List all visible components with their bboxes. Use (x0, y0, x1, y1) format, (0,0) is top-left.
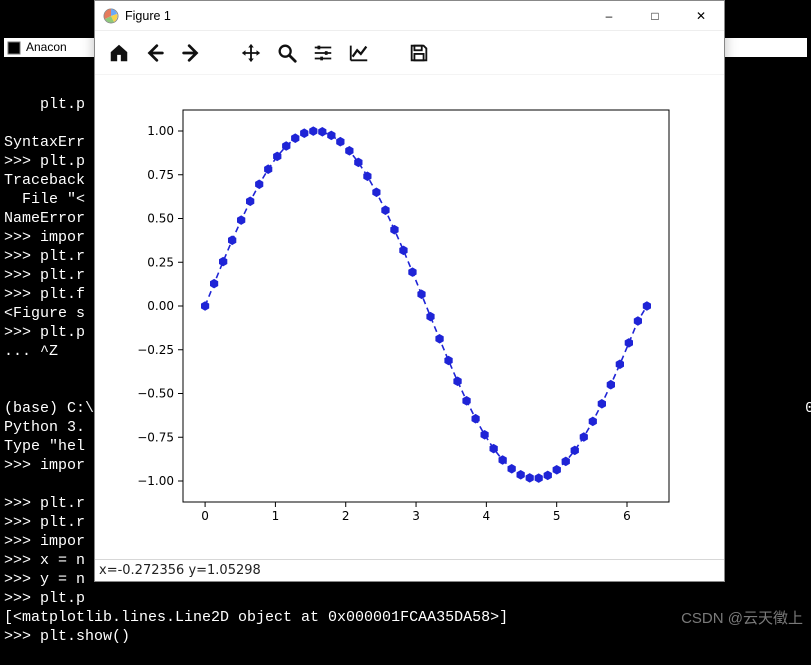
svg-text:1.00: 1.00 (147, 124, 174, 138)
svg-text:1: 1 (272, 509, 280, 523)
watermark-text: CSDN @云天徵上 (681, 607, 803, 628)
terminal-app-icon (7, 41, 21, 55)
matplotlib-icon (103, 8, 119, 24)
figure-toolbar (95, 31, 724, 75)
cursor-coords: x=-0.272356 y=1.05298 (99, 563, 261, 578)
svg-text:6: 6 (623, 509, 631, 523)
svg-text:2: 2 (342, 509, 350, 523)
svg-text:0.00: 0.00 (147, 299, 174, 313)
sliders-icon (312, 42, 334, 64)
back-button[interactable] (137, 35, 173, 71)
plot-area[interactable]: 0 1 2 3 4 5 6 −1.00 −0.75 −0.50 −0.25 0.00 0.25 0.50 0… (95, 75, 724, 559)
forward-button[interactable] (173, 35, 209, 71)
svg-text:3: 3 (412, 509, 420, 523)
save-icon (408, 42, 430, 64)
svg-text:0: 0 (201, 509, 209, 523)
home-button[interactable] (101, 35, 137, 71)
svg-text:−0.25: −0.25 (137, 343, 174, 357)
home-icon (108, 42, 130, 64)
svg-text:−1.00: −1.00 (137, 474, 174, 488)
svg-text:0.75: 0.75 (147, 168, 174, 182)
axes-edit-button[interactable] (341, 35, 377, 71)
zoom-button[interactable] (269, 35, 305, 71)
svg-text:5: 5 (553, 509, 561, 523)
close-button[interactable]: ✕ (678, 1, 724, 31)
plot-canvas: 0 1 2 3 4 5 6 −1.00 −0.75 −0.50 −0.25 0.00 0.25 0.50 0… (95, 75, 724, 561)
figure-window: Figure 1 – □ ✕ (94, 0, 725, 582)
svg-text:0.50: 0.50 (147, 212, 174, 226)
figure-titlebar: Figure 1 – □ ✕ (95, 1, 724, 31)
pan-icon (240, 42, 262, 64)
svg-text:0.25: 0.25 (147, 255, 174, 269)
svg-text:−0.50: −0.50 (137, 387, 174, 401)
minimize-button[interactable]: – (586, 1, 632, 31)
subplots-button[interactable] (305, 35, 341, 71)
arrow-left-icon (144, 42, 166, 64)
status-bar: x=-0.272356 y=1.05298 (95, 559, 724, 581)
pan-button[interactable] (233, 35, 269, 71)
svg-text:−0.75: −0.75 (137, 430, 174, 444)
line-chart-icon (348, 42, 370, 64)
terminal-title: Anacon (26, 38, 67, 57)
save-button[interactable] (401, 35, 437, 71)
figure-title: Figure 1 (125, 9, 586, 23)
zoom-icon (276, 42, 298, 64)
svg-text:4: 4 (483, 509, 491, 523)
maximize-button[interactable]: □ (632, 1, 678, 31)
arrow-right-icon (180, 42, 202, 64)
